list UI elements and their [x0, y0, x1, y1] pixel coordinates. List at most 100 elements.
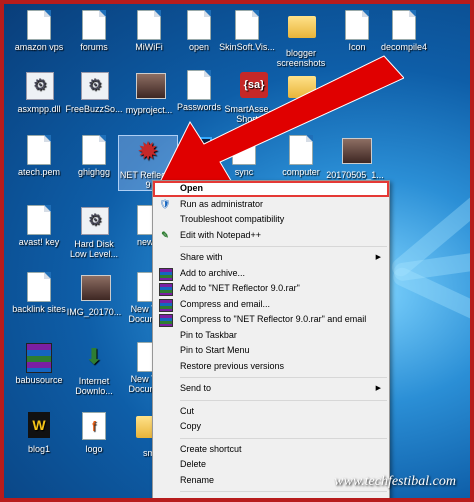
desktop-icon[interactable]: forums	[65, 10, 123, 52]
menu-item-restore-previous-versions[interactable]: Restore previous versions	[153, 359, 389, 375]
desktop-icon[interactable]: amazon vps	[10, 10, 68, 52]
desktop-icon[interactable]: Wblog1	[10, 410, 68, 454]
desktop-icon-label: amazon vps	[14, 42, 64, 52]
desktop-icon-label: FreeBuzzSo...	[65, 104, 123, 114]
menu-separator	[180, 377, 387, 378]
doc-icon	[26, 10, 52, 40]
menu-item-label: Add to archive...	[180, 267, 246, 278]
menu-item-label: Cut	[180, 405, 195, 416]
desktop-icon[interactable]: IMG_20170...	[65, 272, 123, 317]
desktop-icon-label: Internet Downlo...	[75, 376, 113, 396]
menu-item-properties[interactable]: Properties	[153, 495, 389, 502]
menu-item-label: Create shortcut	[180, 443, 242, 454]
menu-item-label: Share with	[180, 252, 223, 262]
menu-item-send-to[interactable]: Send to ▶	[153, 381, 389, 397]
menu-item-label: Troubleshoot compatibility	[180, 214, 285, 224]
menu-item-label: Pin to Start Menu	[180, 345, 250, 355]
doc-icon	[26, 272, 52, 302]
menu-separator	[180, 437, 387, 439]
wallpaper-beam	[390, 264, 470, 354]
desktop-icon[interactable]: ⚙ FreeBuzzSo...	[65, 70, 123, 114]
menu-item-label: Open	[180, 183, 204, 193]
folder-icon	[288, 16, 316, 46]
desktop-icon-label: ghighgg	[77, 167, 111, 177]
desktop-icon[interactable]: ⬇ Internet Downlo...	[65, 342, 123, 396]
menu-item-label: Run as administrator	[180, 198, 264, 209]
doc-icon	[81, 135, 107, 165]
menu-item-copy[interactable]: Copy	[153, 419, 389, 435]
doc-icon	[186, 10, 212, 40]
doc-icon	[391, 10, 417, 40]
desktop-icon[interactable]: backlink sites	[10, 272, 68, 314]
desktop-icon[interactable]: f logo	[65, 410, 123, 454]
desktop-icon-label: Hard Disk Low Level...	[69, 239, 119, 259]
menu-item-label: Compress and email...	[180, 298, 271, 309]
gearsm-icon: ⚙	[81, 207, 109, 237]
menu-item-label: Delete	[180, 459, 207, 469]
rar-icon	[26, 343, 52, 373]
desktop-icon[interactable]: ⚙ asxmpp.dll	[10, 70, 68, 114]
desktop-icon-label: logo	[85, 444, 103, 454]
menu-item-run-as-administrator[interactable]: 🛡 Run as administrator	[153, 197, 389, 213]
menu-item-open[interactable]: Open	[153, 181, 389, 197]
menu-item-label: Send to	[180, 383, 212, 393]
desktop-icon-label: backlink sites	[12, 304, 66, 314]
shield-icon: 🛡	[159, 198, 171, 209]
doc-icon	[26, 135, 52, 165]
doc-icon	[234, 10, 260, 40]
fav-icon: f	[81, 412, 107, 442]
menu-item-label: Rename	[180, 474, 215, 485]
menu-item-pin-to-taskbar[interactable]: Pin to Taskbar	[153, 328, 389, 344]
menu-item-label: Add to "NET Reflector 9.0.rar"	[180, 283, 300, 293]
desktop-icon[interactable]: ghighgg	[65, 135, 123, 177]
doc-icon	[344, 10, 370, 40]
menu-item-label: Copy	[180, 421, 202, 431]
gearsm-icon: ⚙	[81, 72, 109, 102]
idm-icon: ⬇	[84, 344, 104, 369]
menu-item-cut[interactable]: Cut	[153, 404, 389, 420]
submenu-arrow-icon: ▶	[375, 385, 381, 392]
menu-separator	[180, 246, 387, 247]
doc-icon	[26, 205, 52, 235]
word-icon: W	[26, 412, 52, 442]
menu-item-edit-with-notepad[interactable]: ✎ Edit with Notepad++	[153, 228, 389, 244]
rar-icon	[159, 267, 173, 281]
rar-icon	[159, 314, 173, 327]
doc-icon	[81, 10, 107, 40]
desktop-icon-label: avast! key	[18, 237, 60, 247]
desktop-icon[interactable]: avast! key	[10, 205, 68, 247]
notepad-icon: ✎	[161, 229, 169, 240]
menu-item-compress-and-email[interactable]: Compress and email...	[153, 297, 389, 313]
watermark: www.techfestibal.com	[334, 474, 456, 489]
submenu-arrow-icon: ▶	[375, 254, 381, 261]
rar-icon	[159, 298, 173, 312]
desktop-icon[interactable]: atech.pem	[10, 135, 68, 177]
doc-icon	[136, 10, 162, 40]
desktop-icon[interactable]: ⚙ Hard Disk Low Level...	[65, 205, 123, 259]
desktop-icon-label: forums	[80, 42, 108, 52]
menu-item-compress-to-net-reflector-9-0-rar-and-email[interactable]: Compress to "NET Reflector 9.0.rar" and …	[153, 312, 389, 328]
context-menu: Open 🛡 Run as administrator Troubleshoot co…	[152, 180, 390, 502]
desktop-icon-label: atech.pem	[17, 167, 61, 177]
menu-item-delete[interactable]: Delete	[153, 457, 389, 473]
screenshot-frame: amazon vps forums MiWiFi open SkinSoft.Vis..…	[0, 0, 474, 502]
rar-icon	[159, 283, 173, 296]
gearsm-icon: ⚙	[26, 72, 54, 102]
menu-item-share-with[interactable]: Share with ▶	[153, 250, 389, 266]
desktop-icon-label: babusource	[15, 375, 63, 385]
menu-item-add-to-net-reflector-9-0-rar[interactable]: Add to "NET Reflector 9.0.rar"	[153, 281, 389, 297]
menu-item-label: Edit with Notepad++	[180, 229, 262, 240]
menu-item-create-shortcut[interactable]: Create shortcut	[153, 442, 389, 458]
thumb-icon	[81, 275, 111, 305]
menu-item-add-to-archive[interactable]: Add to archive...	[153, 266, 389, 282]
menu-item-label: Restore previous versions	[180, 360, 285, 371]
desktop-icon-label: IMG_20170...	[66, 307, 122, 317]
menu-item-label: Pin to Taskbar	[180, 329, 237, 340]
desktop-icon[interactable]: babusource	[10, 342, 68, 385]
menu-item-pin-to-start-menu[interactable]: Pin to Start Menu	[153, 343, 389, 359]
menu-separator	[180, 491, 387, 492]
menu-item-troubleshoot-compatibility[interactable]: Troubleshoot compatibility	[153, 212, 389, 228]
menu-item-label: Properties	[180, 497, 222, 502]
desktop-icon-label: asxmpp.dll	[17, 104, 61, 114]
red-arrow-shape	[154, 55, 404, 195]
